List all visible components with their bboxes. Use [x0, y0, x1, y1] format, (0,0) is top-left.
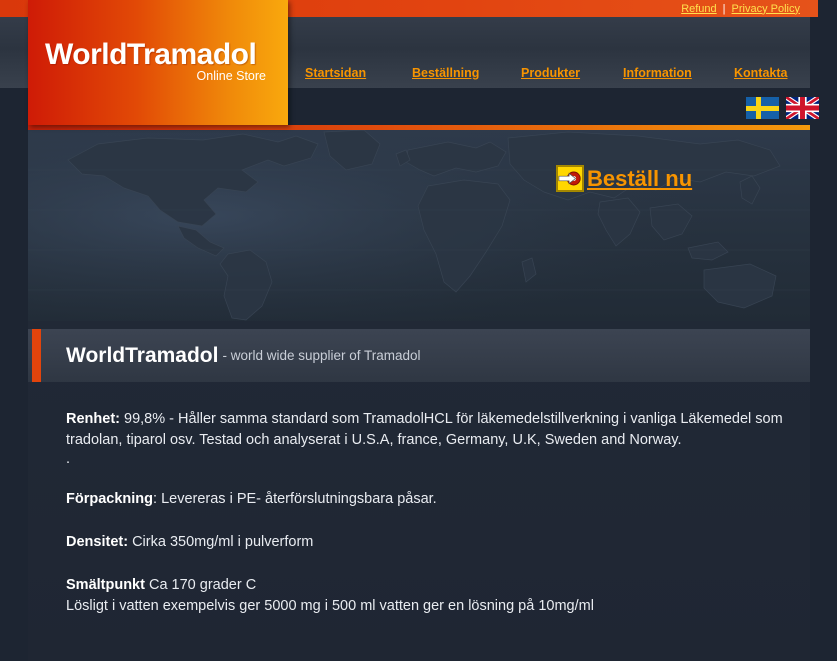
paragraph-loslighet: Lösligt i vatten exempelvis ger 5000 mg …: [66, 598, 594, 614]
nav-item-bestallning[interactable]: Beställning: [412, 66, 479, 80]
product-description: Renhet: 99,8% - Håller samma standard so…: [66, 409, 796, 617]
section-heading-bar: WorldTramadol - world wide supplier of T…: [28, 329, 810, 382]
link-separator: |: [722, 2, 726, 15]
paragraph-forpackning: Förpackning: Levereras i PE- återförslut…: [66, 489, 796, 510]
order-now-button[interactable]: Beställ nu: [556, 165, 692, 192]
paragraph-body-forpackning: : Levereras i PE- återförslutningsbara p…: [153, 491, 437, 507]
world-map-background: [28, 130, 810, 321]
section-heading-title: WorldTramadol: [66, 343, 219, 367]
paragraph-body-renhet: 99,8% - Håller samma standard som Tramad…: [66, 411, 783, 448]
privacy-policy-link[interactable]: Privacy Policy: [732, 3, 800, 15]
paragraph-body-densitet: Cirka 350mg/ml i pulverform: [128, 534, 314, 550]
top-utility-links: Refund | Privacy Policy: [681, 0, 800, 17]
section-heading-tagline: - world wide supplier of Tramadol: [222, 348, 421, 363]
logo-subtitle: Online Store: [196, 69, 266, 83]
paragraph-label-renhet: Renhet:: [66, 411, 120, 427]
paragraph-smaltpunkt: Smältpunkt Ca 170 grader C: [66, 575, 796, 596]
paragraph-body-smaltpunkt: Ca 170 grader C: [144, 577, 257, 593]
heading-accent-bar: [32, 329, 41, 382]
language-flags: [746, 97, 819, 119]
main-navigation: Startsidan Beställning Produkter Informa…: [288, 17, 810, 88]
page-root: Refund | Privacy Policy Startsidan Bestä…: [0, 0, 837, 661]
paragraph-label-forpackning: Förpackning: [66, 491, 154, 507]
hero-banner: Beställ nu: [28, 125, 810, 321]
nav-item-produkter[interactable]: Produkter: [521, 66, 580, 80]
content-panel: WorldTramadol - world wide supplier of T…: [28, 321, 810, 661]
paragraph-dot: .: [66, 451, 71, 467]
arrow-into-target-icon: [556, 165, 584, 192]
paragraph-label-densitet: Densitet:: [66, 534, 129, 550]
logo-title: WorldTramadol: [45, 38, 257, 71]
site-logo[interactable]: WorldTramadol Online Store: [28, 0, 288, 125]
nav-item-kontakta[interactable]: Kontakta: [734, 66, 787, 80]
order-now-label: Beställ nu: [587, 165, 693, 191]
swedish-flag[interactable]: [746, 97, 779, 119]
paragraph-label-smaltpunkt: Smältpunkt: [66, 577, 145, 593]
paragraph-densitet: Densitet: Cirka 350mg/ml i pulverform: [66, 532, 796, 553]
nav-item-startsidan[interactable]: Startsidan: [305, 66, 366, 80]
section-heading: WorldTramadol - world wide supplier of T…: [66, 329, 421, 382]
nav-item-information[interactable]: Information: [623, 66, 692, 80]
uk-flag[interactable]: [786, 97, 819, 119]
paragraph-renhet: Renhet: 99,8% - Håller samma standard so…: [66, 409, 796, 451]
refund-link[interactable]: Refund: [681, 3, 716, 15]
